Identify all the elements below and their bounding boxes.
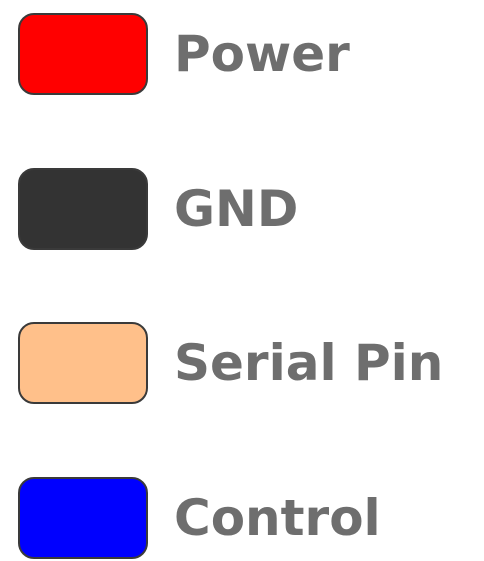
gnd-color-swatch xyxy=(18,168,148,250)
legend-label-control: Control xyxy=(174,489,381,547)
control-color-swatch xyxy=(18,477,148,559)
legend-item-control: Control xyxy=(18,475,381,561)
legend-item-gnd: GND xyxy=(18,166,298,252)
serial-pin-color-swatch xyxy=(18,322,148,404)
legend-label-gnd: GND xyxy=(174,180,299,238)
legend-item-serial-pin: Serial Pin xyxy=(18,320,443,406)
legend-label-power: Power xyxy=(174,25,350,83)
legend-item-power: Power xyxy=(18,11,350,97)
legend-label-serial-pin: Serial Pin xyxy=(174,334,444,392)
pin-color-legend: Power GND Serial Pin Control xyxy=(0,0,484,560)
power-color-swatch xyxy=(18,13,148,95)
